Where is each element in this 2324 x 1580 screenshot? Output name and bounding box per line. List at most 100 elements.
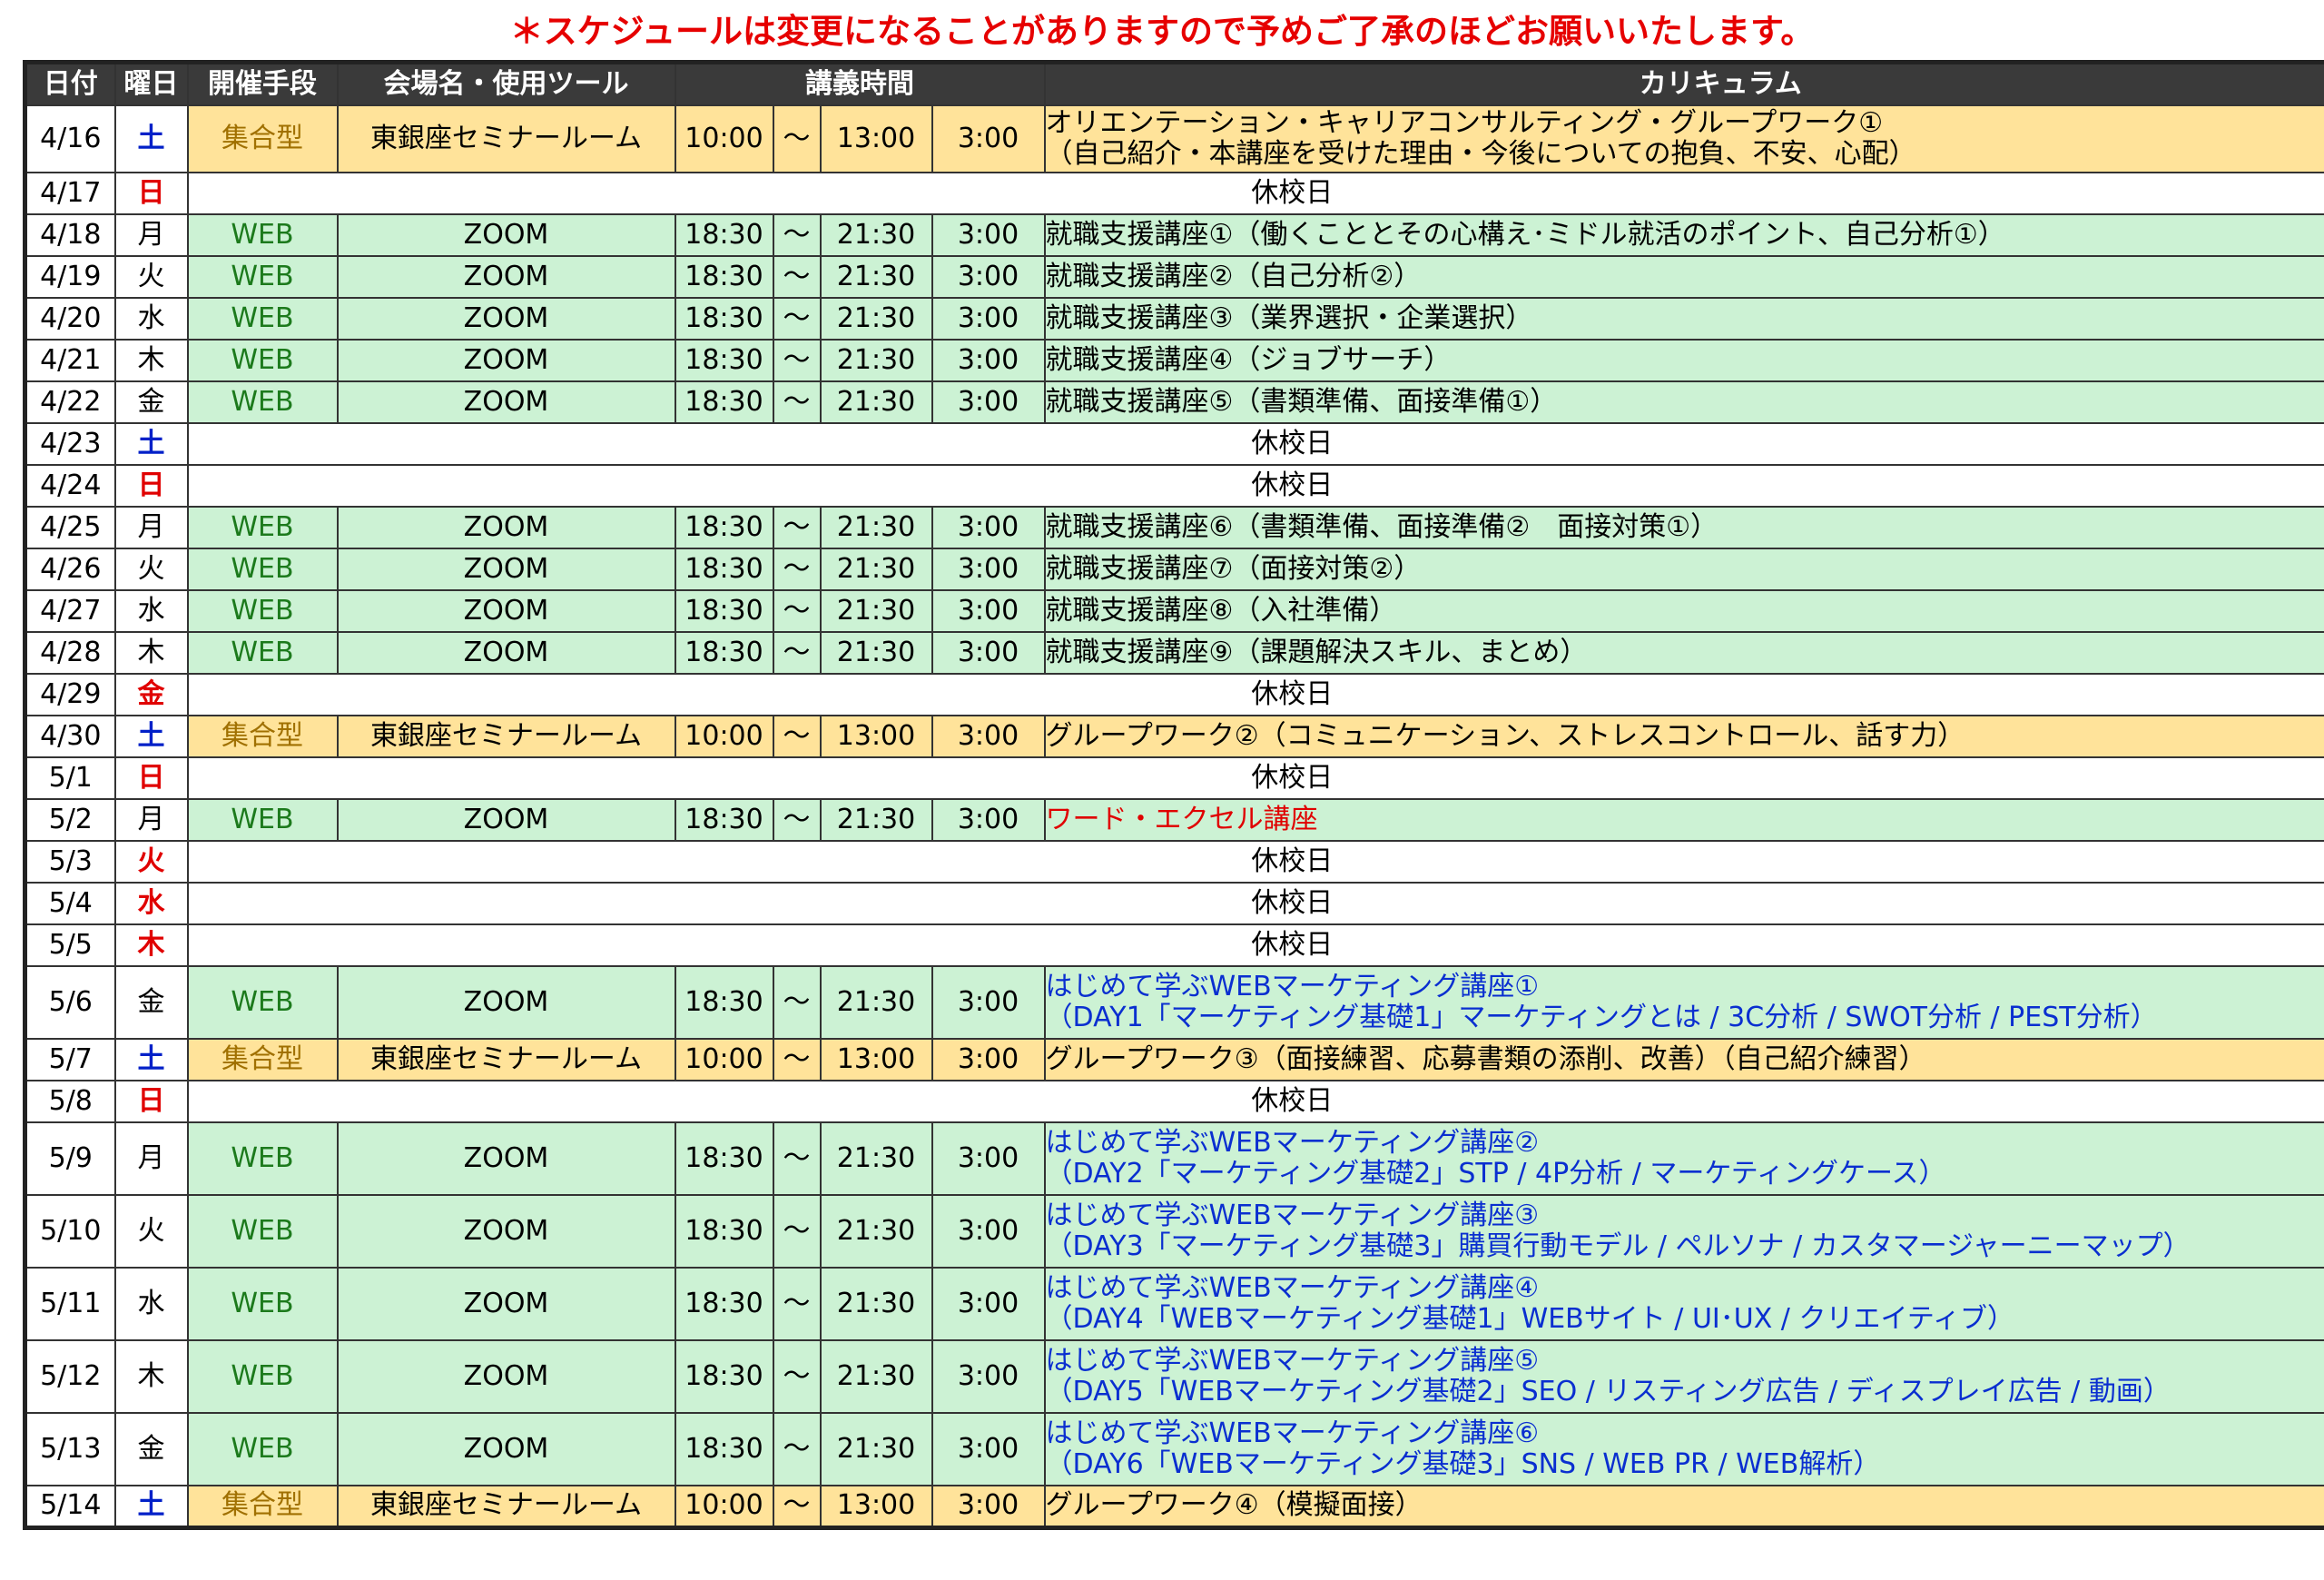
row-date: 4/22 bbox=[24, 380, 116, 424]
row-venue: 東銀座セミナールーム bbox=[336, 1485, 676, 1528]
row-curriculum: オリエンテーション・キャリアコンサルティング・グループワーク① （自己紹介・本講座… bbox=[1043, 104, 2324, 173]
row-date: 4/25 bbox=[24, 506, 116, 549]
curriculum-line: はじめて学ぶWEBマーケティング講座① bbox=[1045, 971, 1540, 1002]
holiday-label: 休校日 bbox=[186, 923, 2324, 967]
row-venue: ZOOM bbox=[336, 1412, 676, 1486]
row-venue: ZOOM bbox=[336, 1121, 676, 1196]
row-mode: WEB bbox=[186, 339, 339, 382]
row-day: 土 bbox=[113, 1038, 189, 1081]
row-tilde: 〜 bbox=[772, 1485, 822, 1528]
row-duration: 3:00 bbox=[931, 213, 1046, 257]
schedule-body: 4/16 土集合型 東銀座セミナールーム 10:00 〜 13:00 3:00 オリエンテーシ… bbox=[24, 104, 2324, 1528]
table-row: 5/13 金 WEB ZOOM 18:30 〜 21:30 3:00 はじめて学ぶWEBマーケテ… bbox=[24, 1412, 2324, 1486]
row-curriculum: 就職支援講座⑨（課題解決スキル、まとめ） bbox=[1043, 631, 2324, 675]
row-curriculum: はじめて学ぶWEBマーケティング講座② （DAY2「マーケティング基礎2」STP … bbox=[1043, 1121, 2324, 1196]
row-venue: 東銀座セミナールーム bbox=[336, 104, 676, 173]
table-row: 5/3 火休校日 bbox=[24, 840, 2324, 884]
table-row: 4/23 土休校日 bbox=[24, 422, 2324, 466]
row-date: 4/30 bbox=[24, 715, 116, 758]
row-tilde: 〜 bbox=[772, 1194, 822, 1269]
row-mode: WEB bbox=[186, 213, 339, 257]
row-duration: 3:00 bbox=[931, 715, 1046, 758]
row-start-time: 18:30 bbox=[674, 1267, 774, 1341]
holiday-label: 休校日 bbox=[186, 673, 2324, 716]
row-end-time: 13:00 bbox=[819, 104, 933, 173]
row-mode: WEB bbox=[186, 798, 339, 842]
row-day: 水 bbox=[113, 589, 189, 633]
curriculum-line: グループワーク②（コミュニケーション、ストレスコントロール、話す力） bbox=[1045, 720, 1965, 752]
row-date: 5/4 bbox=[24, 882, 116, 925]
row-day: 土 bbox=[113, 422, 189, 466]
row-date: 4/27 bbox=[24, 589, 116, 633]
row-date: 5/2 bbox=[24, 798, 116, 842]
row-duration: 3:00 bbox=[931, 965, 1046, 1040]
row-end-time: 21:30 bbox=[819, 798, 933, 842]
row-date: 4/24 bbox=[24, 464, 116, 508]
row-start-time: 18:30 bbox=[674, 213, 774, 257]
curriculum-line: 就職支援講座③（業界選択・企業選択） bbox=[1045, 302, 1533, 334]
row-duration: 3:00 bbox=[931, 297, 1046, 341]
row-venue: ZOOM bbox=[336, 255, 676, 299]
row-start-time: 18:30 bbox=[674, 1121, 774, 1196]
row-date: 5/14 bbox=[24, 1485, 116, 1528]
row-duration: 3:00 bbox=[931, 1339, 1046, 1414]
row-end-time: 13:00 bbox=[819, 1485, 933, 1528]
row-date: 4/29 bbox=[24, 673, 116, 716]
row-date: 5/12 bbox=[24, 1339, 116, 1414]
row-day: 木 bbox=[113, 631, 189, 675]
row-tilde: 〜 bbox=[772, 548, 822, 591]
row-mode: WEB bbox=[186, 548, 339, 591]
row-end-time: 21:30 bbox=[819, 1194, 933, 1269]
row-start-time: 10:00 bbox=[674, 1485, 774, 1528]
row-mode: WEB bbox=[186, 255, 339, 299]
row-day: 日 bbox=[113, 1080, 189, 1123]
row-duration: 3:00 bbox=[931, 506, 1046, 549]
row-date: 4/26 bbox=[24, 548, 116, 591]
row-date: 5/11 bbox=[24, 1267, 116, 1341]
table-row: 4/25 月 WEB ZOOM 18:30 〜 21:30 3:00 就職支援講座⑥（書類準備、… bbox=[24, 506, 2324, 549]
row-tilde: 〜 bbox=[772, 1339, 822, 1414]
row-curriculum: はじめて学ぶWEBマーケティング講座① （DAY1「マーケティング基礎1」マーケテ… bbox=[1043, 965, 2324, 1040]
curriculum-line: はじめて学ぶWEBマーケティング講座④ bbox=[1045, 1272, 1540, 1304]
table-row: 5/7 土集合型 東銀座セミナールーム 10:00 〜 13:00 3:00 グループワーク③… bbox=[24, 1038, 2324, 1081]
row-day: 月 bbox=[113, 798, 189, 842]
row-day: 木 bbox=[113, 1339, 189, 1414]
row-tilde: 〜 bbox=[772, 965, 822, 1040]
row-tilde: 〜 bbox=[772, 339, 822, 382]
curriculum-line: （DAY6「WEBマーケティング基礎3」SNS / WEB PR / WEB解析… bbox=[1045, 1448, 1881, 1480]
row-duration: 3:00 bbox=[931, 339, 1046, 382]
row-curriculum: グループワーク②（コミュニケーション、ストレスコントロール、話す力） bbox=[1043, 715, 2324, 758]
table-row: 4/28 木 WEB ZOOM 18:30 〜 21:30 3:00 就職支援講座⑨（課題解決ス… bbox=[24, 631, 2324, 675]
row-date: 4/16 bbox=[24, 104, 116, 173]
curriculum-line: 就職支援講座⑨（課題解決スキル、まとめ） bbox=[1045, 637, 1588, 668]
row-end-time: 21:30 bbox=[819, 1121, 933, 1196]
row-date: 5/9 bbox=[24, 1121, 116, 1196]
curriculum-line: 就職支援講座⑧（入社準備） bbox=[1045, 595, 1397, 627]
table-row: 5/8 日休校日 bbox=[24, 1080, 2324, 1123]
row-day: 日 bbox=[113, 172, 189, 215]
table-row: 4/24 日休校日 bbox=[24, 464, 2324, 508]
row-curriculum: 就職支援講座③（業界選択・企業選択） bbox=[1043, 297, 2324, 341]
row-start-time: 10:00 bbox=[674, 715, 774, 758]
table-row: 4/22 金 WEB ZOOM 18:30 〜 21:30 3:00 就職支援講座⑤（書類準備、… bbox=[24, 380, 2324, 424]
row-curriculum: 就職支援講座①（働くこととその心構え･ミドル就活のポイント、自己分析①） bbox=[1043, 213, 2324, 257]
row-date: 5/8 bbox=[24, 1080, 116, 1123]
row-venue: ZOOM bbox=[336, 380, 676, 424]
row-end-time: 21:30 bbox=[819, 339, 933, 382]
row-tilde: 〜 bbox=[772, 1121, 822, 1196]
row-date: 4/18 bbox=[24, 213, 116, 257]
row-tilde: 〜 bbox=[772, 798, 822, 842]
row-mode: WEB bbox=[186, 1194, 339, 1269]
header-date: 日付 bbox=[24, 61, 116, 106]
row-duration: 3:00 bbox=[931, 589, 1046, 633]
table-row: 4/30 土集合型 東銀座セミナールーム 10:00 〜 13:00 3:00 グループワーク… bbox=[24, 715, 2324, 758]
row-end-time: 21:30 bbox=[819, 1267, 933, 1341]
row-tilde: 〜 bbox=[772, 715, 822, 758]
row-curriculum: はじめて学ぶWEBマーケティング講座③ （DAY3「マーケティング基礎3」購買行動… bbox=[1043, 1194, 2324, 1269]
header-row: 日付 曜日 開催手段 会場名・使用ツール 講義時間 カリキュラム bbox=[24, 61, 2324, 106]
row-tilde: 〜 bbox=[772, 1038, 822, 1081]
row-day: 日 bbox=[113, 756, 189, 800]
row-mode: WEB bbox=[186, 380, 339, 424]
row-mode: 集合型 bbox=[186, 715, 339, 758]
row-venue: ZOOM bbox=[336, 548, 676, 591]
